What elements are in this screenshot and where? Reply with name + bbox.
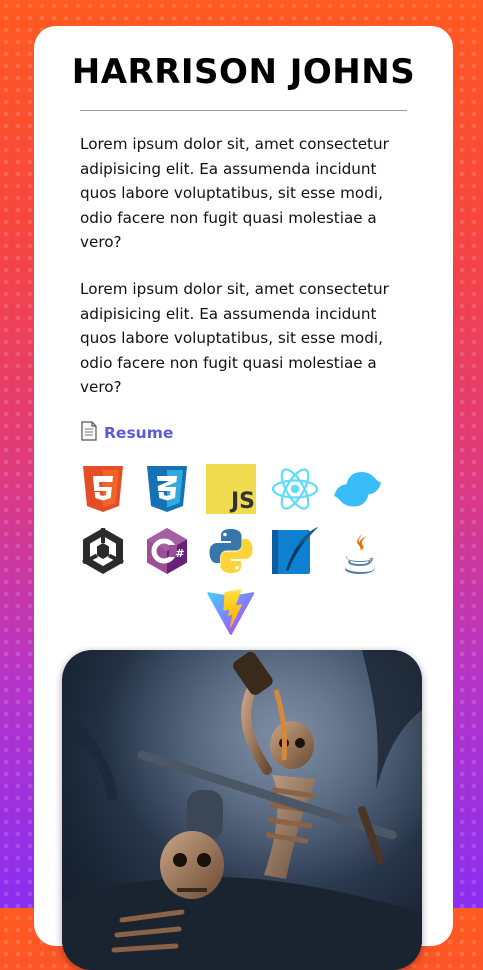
bio-paragraph-2: Lorem ipsum dolor sit, amet consectetur … [80,280,389,396]
react-icon [270,464,320,514]
resume-link[interactable]: Resume [80,421,173,445]
tailwind-icon [334,464,384,514]
feather-icon [270,526,320,576]
python-icon [206,526,256,576]
document-icon [80,421,98,445]
javascript-icon: JS [206,464,256,514]
tech-icons-grid: JS # [78,464,408,635]
html5-icon [78,464,128,514]
bio-paragraph-1: Lorem ipsum dolor sit, amet consectetur … [80,135,389,251]
profile-name: HARRISON JOHNS [71,52,416,92]
resume-link-label: Resume [104,424,174,442]
vite-icon [206,588,256,638]
csharp-icon: # [142,526,192,576]
skeleton-artwork-image [62,650,422,970]
unity-icon [78,526,128,576]
divider [80,110,407,111]
java-icon [334,526,384,576]
svg-text:#: # [175,547,184,560]
css3-icon [142,464,192,514]
svg-text:JS: JS [229,489,255,514]
profile-card: HARRISON JOHNS Lorem ipsum dolor sit, am… [34,26,453,970]
